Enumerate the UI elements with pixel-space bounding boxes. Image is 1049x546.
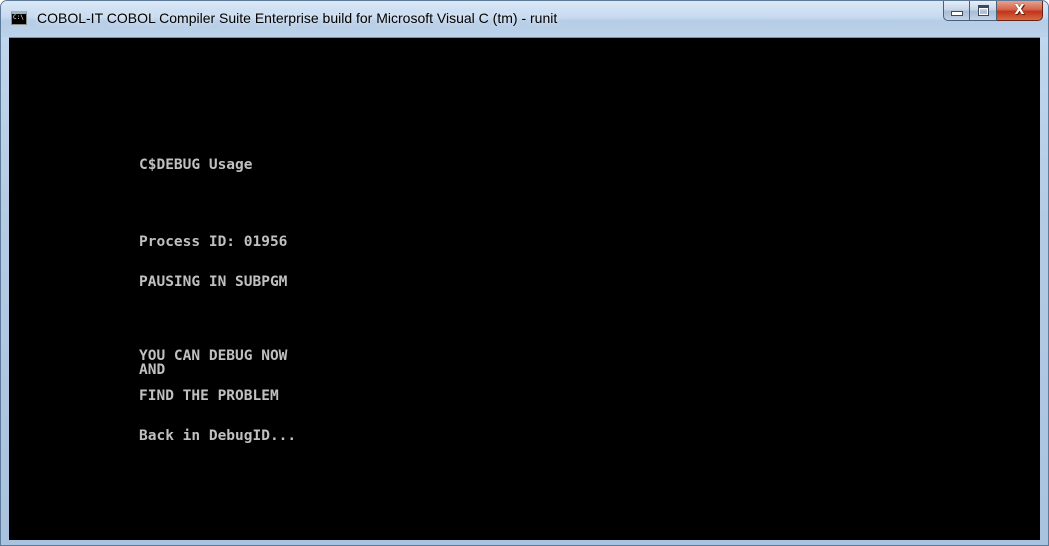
- window-controls: X: [943, 1, 1043, 22]
- console-line-find-problem: FIND THE PROBLEM: [139, 388, 279, 404]
- console-app-icon[interactable]: C:\: [11, 11, 27, 25]
- console-line-back-in-debug: Back in DebugID...: [139, 428, 297, 444]
- close-icon: X: [1014, 3, 1025, 18]
- window-title: COBOL-IT COBOL Compiler Suite Enterprise…: [37, 10, 558, 26]
- console-line-pausing: PAUSING IN SUBPGM: [139, 274, 288, 290]
- maximize-icon: [977, 5, 989, 16]
- console-icon-glyph: C:\: [13, 14, 24, 21]
- maximize-button[interactable]: [970, 1, 997, 21]
- console-line-and: AND: [139, 362, 166, 378]
- console-line-debug-usage: C$DEBUG Usage: [139, 157, 253, 173]
- console-window: C:\ COBOL-IT COBOL Compiler Suite Enterp…: [0, 0, 1049, 546]
- title-bar[interactable]: C:\ COBOL-IT COBOL Compiler Suite Enterp…: [1, 1, 1048, 37]
- minimize-icon: [950, 11, 963, 16]
- console-line-debug-now: YOU CAN DEBUG NOW: [139, 348, 288, 364]
- console-output-area[interactable]: C$DEBUG Usage Process ID: 01956 PAUSING …: [9, 37, 1040, 540]
- minimize-button[interactable]: [943, 1, 970, 21]
- close-button[interactable]: X: [997, 1, 1043, 21]
- console-line-process-id: Process ID: 01956: [139, 234, 288, 250]
